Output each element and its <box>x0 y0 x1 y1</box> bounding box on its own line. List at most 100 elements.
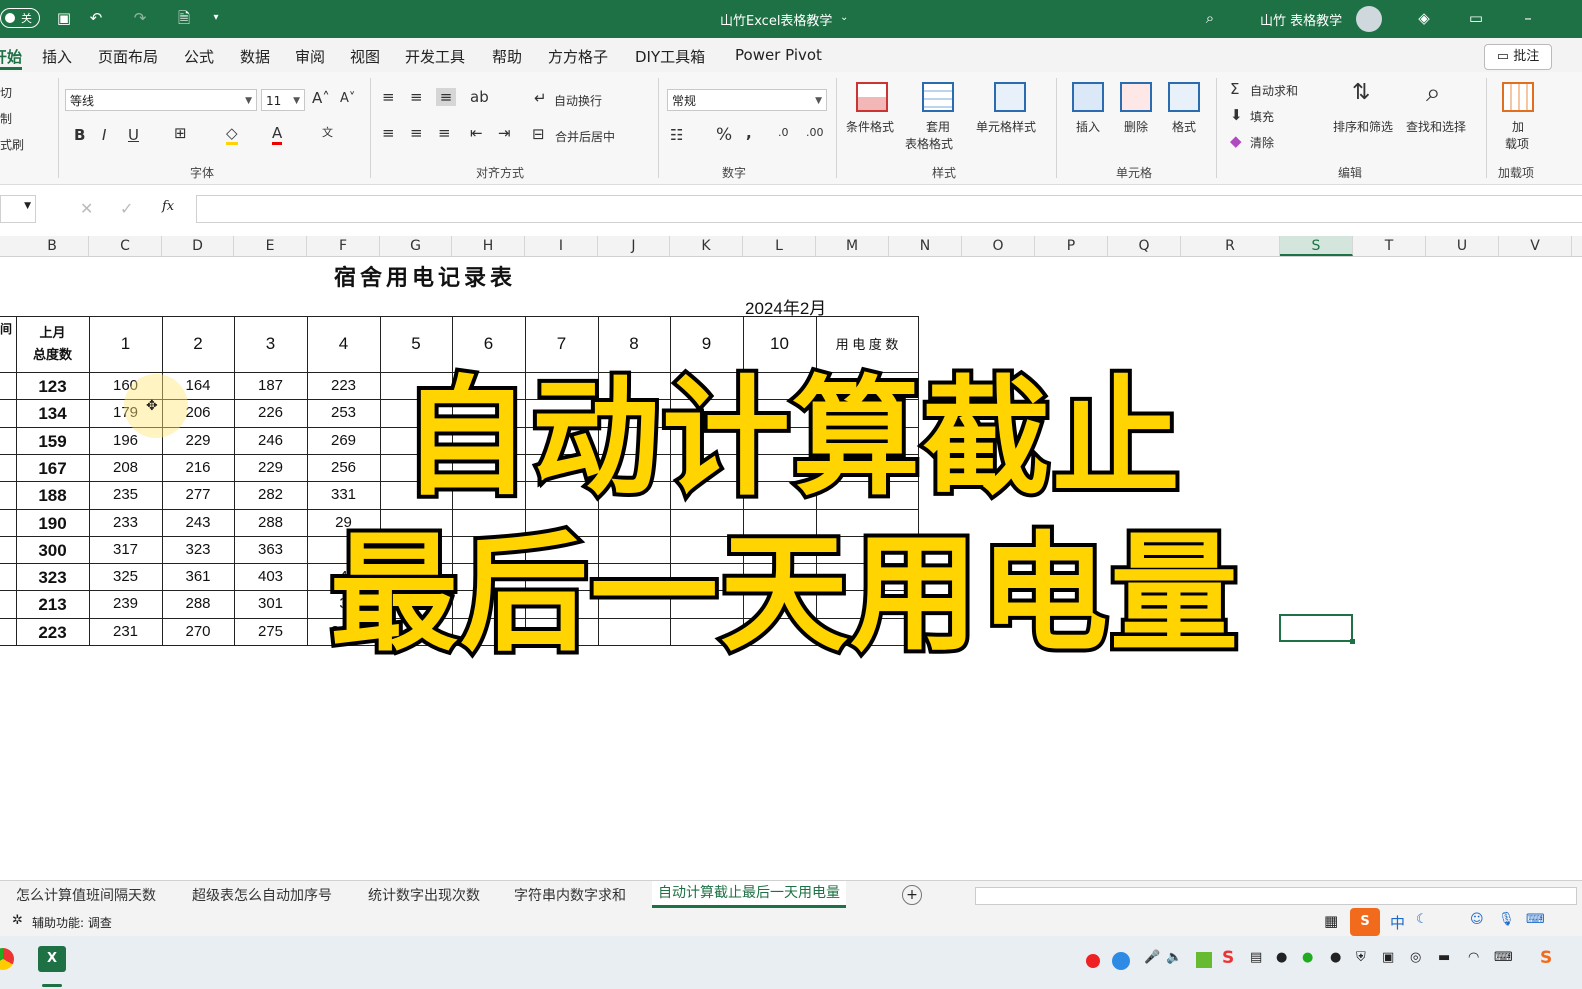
qq-icon[interactable]: ● <box>1276 950 1287 965</box>
tab-home[interactable]: 开始 <box>0 46 22 67</box>
cut-button[interactable]: 剪切 <box>0 84 12 101</box>
borders-icon[interactable]: ⊞ <box>174 124 187 142</box>
comment-button[interactable]: ▭ 批注 <box>1484 44 1552 70</box>
underline-button[interactable]: U <box>128 126 139 144</box>
tab-page-layout[interactable]: 页面布局 <box>98 46 158 67</box>
keyboard-icon[interactable]: ⌨ <box>1526 912 1545 927</box>
column-header-m[interactable]: M <box>816 236 889 256</box>
wechat-icon[interactable]: ● <box>1302 950 1313 965</box>
align-right-icon[interactable]: ≡ <box>438 124 451 142</box>
column-header-u[interactable]: U <box>1426 236 1499 256</box>
font-color-icon[interactable]: A <box>272 124 283 145</box>
autosave-toggle[interactable]: 关 <box>0 8 40 28</box>
bold-button[interactable]: B <box>74 126 85 144</box>
align-left-icon[interactable]: ≡ <box>382 124 395 142</box>
sheet-tab[interactable]: 字符串内数字求和 <box>514 885 626 905</box>
table-format-button-2[interactable]: 表格格式 <box>905 135 953 152</box>
avatar[interactable] <box>1356 6 1382 32</box>
cloud-icon[interactable] <box>1112 952 1130 970</box>
insert-cells-button[interactable]: 插入 <box>1076 118 1100 135</box>
column-header-v[interactable]: V <box>1499 236 1572 256</box>
moon-icon[interactable]: ☾ <box>1416 912 1428 927</box>
microphone-icon[interactable]: 🎤 <box>1144 950 1160 965</box>
column-header-d[interactable]: D <box>162 236 234 256</box>
column-header-q[interactable]: Q <box>1108 236 1181 256</box>
font-name-combo[interactable]: 等线 ▼ <box>65 89 257 111</box>
decrease-indent-icon[interactable]: ⇤ <box>470 124 483 142</box>
format-cells-icon[interactable] <box>1168 82 1200 112</box>
copy-button[interactable]: 复制 <box>0 110 12 127</box>
title-chevron-icon[interactable]: ⌄ <box>840 12 848 23</box>
align-top-icon[interactable]: ≡ <box>382 88 395 106</box>
align-center-icon[interactable]: ≡ <box>410 124 423 142</box>
volume-icon[interactable]: 🔈 <box>1166 950 1182 965</box>
sheet-tab-active[interactable]: 自动计算截止最后一天用电量 <box>652 881 846 908</box>
number-format-combo[interactable]: 常规 ▼ <box>667 89 827 111</box>
fill-handle[interactable] <box>1350 639 1355 644</box>
column-header-p[interactable]: P <box>1035 236 1108 256</box>
enter-icon[interactable]: ✓ <box>120 199 133 218</box>
customize-qat-icon[interactable]: ▾ <box>206 8 226 28</box>
minimize-icon[interactable]: – <box>1518 8 1538 28</box>
search-icon[interactable]: ⌕ <box>1200 8 1220 28</box>
column-header-h[interactable]: H <box>452 236 525 256</box>
find-select-button[interactable]: 查找和选择 <box>1406 118 1466 135</box>
addins-icon[interactable] <box>1502 82 1534 112</box>
merge-center-button[interactable]: 合并后居中 <box>555 128 615 145</box>
mic-icon[interactable]: 🎙 <box>1498 912 1515 927</box>
chat-icon[interactable]: ▤ <box>1250 950 1262 965</box>
column-header-l[interactable]: L <box>743 236 816 256</box>
format-painter-button[interactable]: 格式刷 <box>0 136 24 153</box>
battery-icon[interactable]: ▬ <box>1438 950 1450 965</box>
shield-icon[interactable]: ⛨ <box>1356 950 1366 965</box>
conditional-format-icon[interactable] <box>856 82 888 112</box>
print-preview-icon[interactable]: 🗎 <box>174 8 194 28</box>
tab-diy-toolbox[interactable]: DIY工具箱 <box>635 46 705 67</box>
addins-label-1[interactable]: 加 <box>1512 118 1524 135</box>
normal-view-icon[interactable]: ▦ <box>1324 912 1338 930</box>
network-icon[interactable]: ◎ <box>1410 950 1421 965</box>
tab-fangfang[interactable]: 方方格子 <box>548 46 608 67</box>
accounting-icon[interactable]: ☷ <box>670 126 683 144</box>
tab-review[interactable]: 审阅 <box>295 46 325 67</box>
ribbon-display-icon[interactable]: ▭ <box>1466 8 1486 28</box>
wrap-text-button[interactable]: 自动换行 <box>554 92 602 109</box>
insert-function-icon[interactable]: fx <box>162 199 174 214</box>
ime-mode[interactable]: 中 <box>1390 912 1405 933</box>
tab-help[interactable]: 帮助 <box>492 46 522 67</box>
fill-button[interactable]: 填充 <box>1250 108 1274 125</box>
tab-power-pivot[interactable]: Power Pivot <box>735 46 822 64</box>
grow-font-icon[interactable]: A˄ <box>312 89 330 107</box>
decrease-decimal-icon[interactable]: .00 <box>806 126 824 139</box>
tab-view[interactable]: 视图 <box>350 46 380 67</box>
font-size-combo[interactable]: 11 ▼ <box>261 89 305 111</box>
record-icon[interactable] <box>1086 954 1100 968</box>
formula-input[interactable] <box>196 195 1582 223</box>
display-icon[interactable]: ▣ <box>1382 950 1394 965</box>
tab-developer[interactable]: 开发工具 <box>405 46 465 67</box>
diamond-icon[interactable]: ◈ <box>1414 8 1434 28</box>
tab-formulas[interactable]: 公式 <box>184 46 214 67</box>
column-header-c[interactable]: C <box>89 236 162 256</box>
excel-taskbar-icon[interactable]: X <box>38 946 66 972</box>
find-select-icon[interactable]: ⌕ <box>1426 78 1441 109</box>
align-bottom-icon[interactable]: ≡ <box>436 88 456 106</box>
column-header-i[interactable]: I <box>525 236 598 256</box>
format-cells-button[interactable]: 格式 <box>1172 118 1196 135</box>
conditional-format-button[interactable]: 条件格式 <box>846 118 894 135</box>
column-header-b[interactable]: B <box>16 236 89 256</box>
delete-cells-button[interactable]: 删除 <box>1124 118 1148 135</box>
smile-icon[interactable]: ☺ <box>1470 912 1484 927</box>
sort-filter-button[interactable]: 排序和筛选 <box>1333 118 1393 135</box>
column-header-t[interactable]: T <box>1353 236 1426 256</box>
autosum-button[interactable]: 自动求和 <box>1250 82 1298 99</box>
sort-filter-icon[interactable]: ⇅ <box>1352 80 1370 105</box>
cell-styles-button[interactable]: 单元格样式 <box>976 118 1036 135</box>
selected-cell[interactable] <box>1279 614 1355 644</box>
clear-button[interactable]: 清除 <box>1250 134 1274 151</box>
nvidia-icon[interactable] <box>1196 952 1212 968</box>
phonetic-icon[interactable]: 文 <box>322 124 333 140</box>
keyboard-tray-icon[interactable]: ⌨ <box>1494 950 1513 965</box>
orientation-icon[interactable]: ab <box>470 88 489 106</box>
table-format-icon[interactable] <box>922 82 954 112</box>
